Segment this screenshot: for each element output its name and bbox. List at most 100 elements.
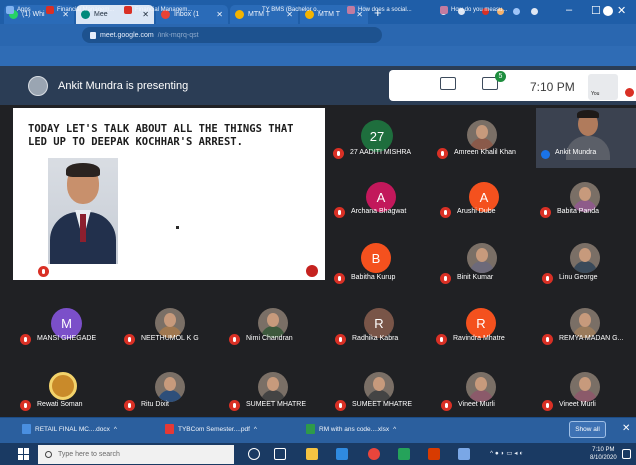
bookmark-item[interactable]: Financial Managem... <box>124 4 192 16</box>
mic-off-icon <box>20 400 31 411</box>
taskbar-search-field[interactable]: Type here to search <box>38 445 234 464</box>
office-icon[interactable] <box>428 448 440 460</box>
page-icon <box>235 10 244 19</box>
excel-file-icon <box>306 424 315 434</box>
mic-off-icon <box>440 273 451 284</box>
download-filename: RM with ans code....xlsx <box>319 425 390 433</box>
mic-off-icon <box>335 400 346 411</box>
cortana-icon[interactable] <box>248 448 260 460</box>
participant-name: Amreen Khalil Khan <box>454 149 516 156</box>
close-window-button[interactable]: ✕ <box>617 4 626 17</box>
bookmark-apps[interactable]: Apps <box>6 4 31 16</box>
participant-name: Babita Panda <box>557 208 600 215</box>
participant-name: Arushi Dube <box>457 208 496 215</box>
pdf-file-icon <box>165 424 174 434</box>
slide-cursor <box>176 226 179 229</box>
address-bar: meet.google.com/ink-mqrq-qst <box>0 24 636 46</box>
bookmark-icon <box>46 6 54 14</box>
participant-video-hair <box>577 110 599 118</box>
chevron-up-icon[interactable]: ^ <box>393 426 396 433</box>
bookmark-item[interactable]: Financial Managem... <box>46 4 114 16</box>
bookmark-item[interactable]: How do you measu... <box>440 4 507 16</box>
bookmark-item[interactable]: TY BMS (Bachelor o... <box>262 4 322 16</box>
mic-off-icon <box>333 148 344 159</box>
extensions-icon[interactable] <box>531 8 538 15</box>
bookmark-label: Financial Managem... <box>57 7 115 13</box>
minimize-button[interactable]: – <box>566 4 572 16</box>
participant-name: Vineet Murli <box>458 401 495 408</box>
avatar-face <box>476 125 488 139</box>
participant-name: Binit Kumar <box>457 274 494 281</box>
mic-off-icon <box>124 334 135 345</box>
apps-icon <box>6 6 14 14</box>
url-field[interactable]: meet.google.com/ink-mqrq-qst <box>82 27 382 43</box>
participant-photo-avatar <box>155 372 185 402</box>
captions-icon[interactable] <box>18 266 30 275</box>
participant-photo-avatar <box>258 372 288 402</box>
profile-icon[interactable] <box>603 6 613 16</box>
bookmark-icon <box>347 6 355 14</box>
people-icon[interactable] <box>440 77 456 90</box>
download-item[interactable]: TYBCom Semester....pdf ^ <box>165 424 257 434</box>
bookmark-icon <box>440 6 448 14</box>
chevron-up-icon[interactable]: ^ <box>114 426 117 433</box>
bookmark-label: Apps <box>17 7 31 13</box>
avatar-face <box>579 377 591 391</box>
mic-off-icon <box>229 400 240 411</box>
self-view-label: You <box>591 91 600 97</box>
bookmark-label: Financial Managem... <box>135 7 193 13</box>
participant-avatar: R <box>466 308 496 338</box>
download-item[interactable]: RM with ans code....xlsx ^ <box>306 424 396 434</box>
notifications-icon[interactable] <box>622 449 631 459</box>
participant-name: Ritu Dixit <box>141 401 170 408</box>
system-tray-icons[interactable]: ^ ● ◗ ▭ ◂ ◐ <box>490 449 523 457</box>
word-file-icon <box>22 424 31 434</box>
url-domain: meet.google.com <box>100 31 154 39</box>
show-all-button[interactable]: Show all <box>569 421 606 438</box>
avatar-face <box>579 187 591 201</box>
chrome-icon[interactable] <box>368 448 380 460</box>
mic-off-icon <box>441 400 452 411</box>
participant-name: REMYA MADAN G... <box>559 335 624 342</box>
avatar-face <box>267 377 279 391</box>
slide-text: TODAY LET'S TALK ABOUT ALL THE THINGS TH… <box>28 123 294 148</box>
mic-off-icon <box>334 207 345 218</box>
mic-off-icon <box>436 334 447 345</box>
store-icon[interactable] <box>336 448 348 460</box>
extension-icon[interactable] <box>513 8 520 15</box>
taskbar-clock[interactable]: 7:10 PM 8/10/2020 <box>590 446 617 462</box>
close-icon[interactable]: ✕ <box>216 10 223 19</box>
portrait-hair <box>66 163 100 177</box>
participant-avatar <box>49 372 77 400</box>
participant-avatar: B <box>361 243 391 273</box>
bookmarks-bar <box>0 46 636 66</box>
portrait-tie <box>80 214 86 242</box>
participant-name: Radhika Kabra <box>352 335 399 342</box>
participant-photo-avatar <box>466 372 496 402</box>
participant-name: SUMEET MHATRE <box>352 401 413 408</box>
download-item[interactable]: RETAIL FINAL MC....docx ^ <box>22 424 117 434</box>
app-icon[interactable] <box>398 448 410 460</box>
participant-photo-avatar <box>364 372 394 402</box>
participant-name: Ravindra Mhatre <box>453 335 505 342</box>
windows-start-icon[interactable] <box>18 448 30 460</box>
participant-name: 27 AADITI MISHRA <box>350 149 412 156</box>
bookmark-item[interactable]: How does a social... <box>347 4 412 16</box>
file-explorer-icon[interactable] <box>306 448 318 460</box>
avatar-face <box>164 377 176 391</box>
search-placeholder: Type here to search <box>58 451 120 458</box>
chevron-up-icon[interactable]: ^ <box>254 426 257 433</box>
app-icon[interactable] <box>458 448 470 460</box>
participant-name: Linu George <box>559 274 598 281</box>
presenter-avatar <box>28 76 48 96</box>
task-view-icon[interactable] <box>274 448 286 460</box>
speaking-icon <box>541 150 550 159</box>
mic-off-icon <box>334 273 345 284</box>
mic-off-icon <box>440 207 451 218</box>
close-downloads-button[interactable]: ✕ <box>622 423 630 434</box>
search-icon <box>45 451 52 458</box>
maximize-button[interactable]: ☐ <box>591 4 601 17</box>
mic-off-icon <box>437 148 448 159</box>
avatar-face <box>579 248 591 262</box>
mic-off-icon <box>542 400 553 411</box>
